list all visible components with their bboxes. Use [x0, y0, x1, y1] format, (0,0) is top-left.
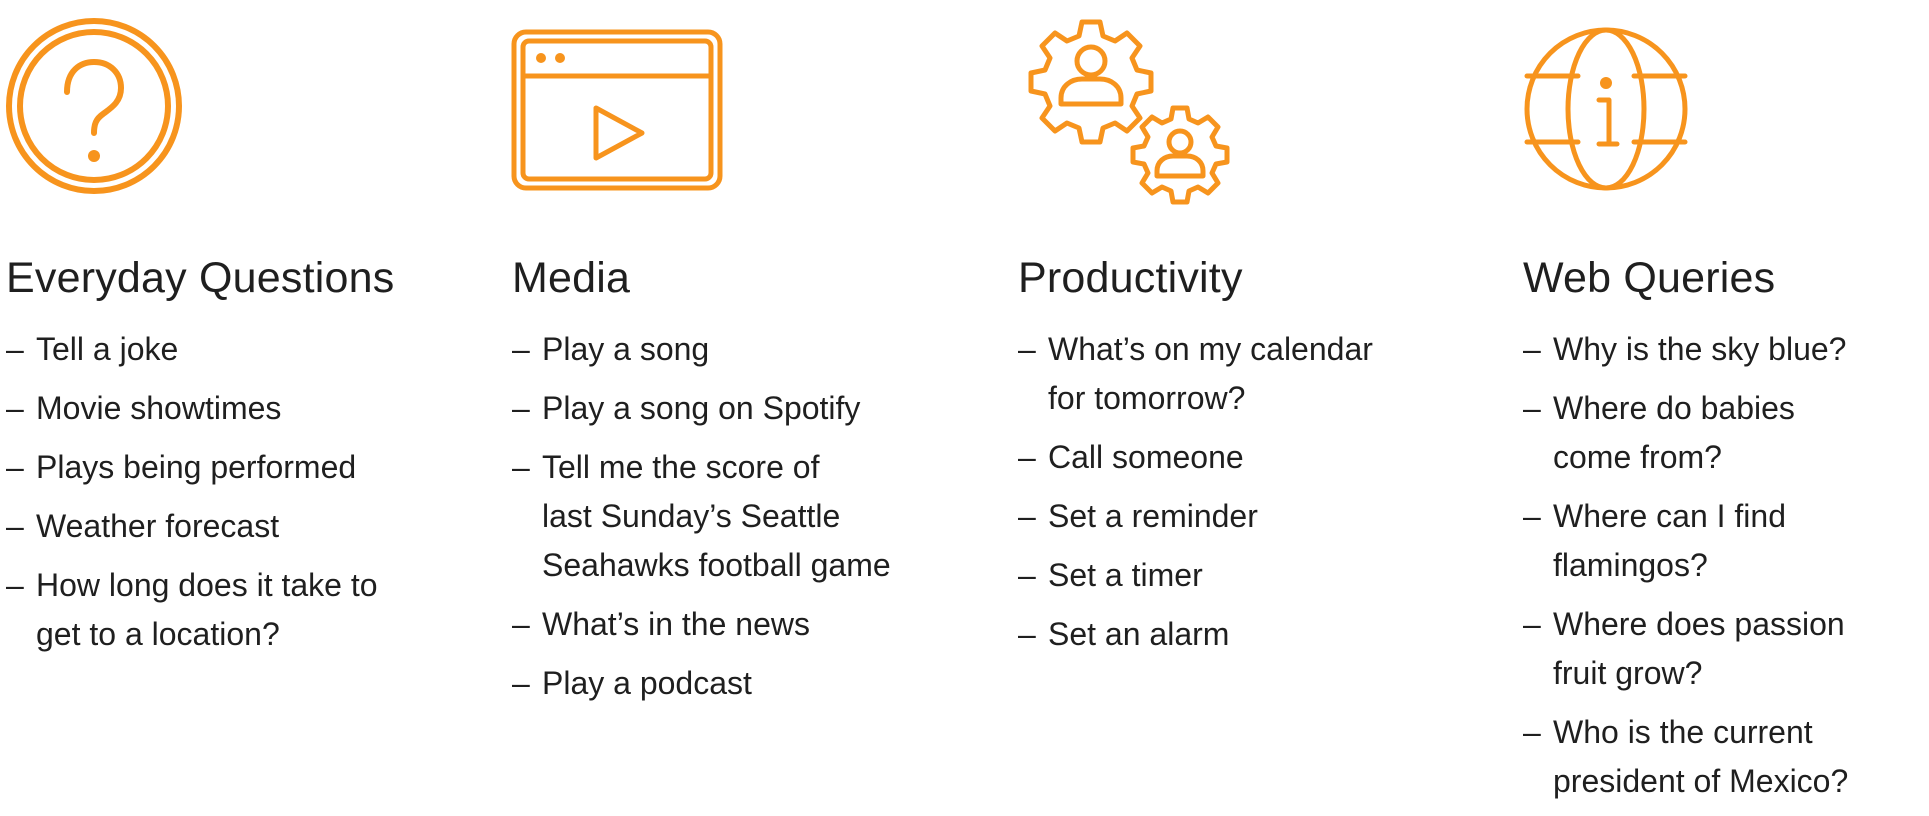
query-item: – Tell me the score of last Sunday’s Seat… [512, 443, 891, 590]
query-item: – What’s on my calendar for tomorrow? [1018, 325, 1373, 423]
query-item: – Why is the sky blue? [1523, 325, 1848, 374]
query-text: Set a timer [1048, 557, 1203, 593]
query-text: What’s in the news [542, 606, 810, 642]
query-item: – Where can I find flamingos? [1523, 492, 1848, 590]
category-heading: Web Queries [1523, 254, 1776, 302]
query-item: – Tell a joke [6, 325, 378, 374]
dash-bullet: – [1523, 331, 1541, 367]
query-item: – What’s in the news [512, 600, 891, 649]
query-text: Play a podcast [542, 665, 752, 701]
dash-bullet: – [512, 665, 530, 701]
dash-bullet: – [6, 449, 24, 485]
query-text: Tell a joke [36, 331, 179, 367]
query-item: – Movie showtimes [6, 384, 378, 433]
dash-bullet: – [1018, 331, 1036, 367]
query-text: What’s on my calendar for tomorrow? [1048, 331, 1373, 416]
query-text: Where does passion fruit grow? [1553, 606, 1845, 691]
dash-bullet: – [1523, 714, 1541, 750]
category-heading: Media [512, 254, 631, 302]
dash-bullet: – [1018, 616, 1036, 652]
query-text: Set an alarm [1048, 616, 1230, 652]
dash-bullet: – [6, 390, 24, 426]
dash-bullet: – [1523, 498, 1541, 534]
query-text: Play a song [542, 331, 710, 367]
query-text: Play a song on Spotify [542, 390, 861, 426]
category-heading: Everyday Questions [6, 254, 395, 302]
query-item: – Set a timer [1018, 551, 1373, 600]
dash-bullet: – [512, 390, 530, 426]
dash-bullet: – [6, 567, 24, 603]
query-item: – Play a podcast [512, 659, 891, 708]
video-player-icon [511, 29, 723, 191]
query-text: Set a reminder [1048, 498, 1258, 534]
query-text: Where do babies come from? [1553, 390, 1795, 475]
query-item: – Where does passion fruit grow? [1523, 600, 1848, 698]
query-item: – Plays being performed [6, 443, 378, 492]
query-text: Call someone [1048, 439, 1244, 475]
query-text: Movie showtimes [36, 390, 282, 426]
dash-bullet: – [1523, 390, 1541, 426]
query-item: – Call someone [1018, 433, 1373, 482]
dash-bullet: – [1018, 498, 1036, 534]
query-item: – Set a reminder [1018, 492, 1373, 541]
dash-bullet: – [1523, 606, 1541, 642]
dash-bullet: – [512, 606, 530, 642]
query-item: – Who is the current president of Mexico? [1523, 708, 1848, 806]
query-text: Plays being performed [36, 449, 357, 485]
dash-bullet: – [512, 449, 530, 485]
query-item: – Weather forecast [6, 502, 378, 551]
query-list: – Play a song – Play a song on Spotify – Tell… [512, 325, 891, 718]
dash-bullet: – [1018, 557, 1036, 593]
question-circle-icon [4, 16, 184, 196]
query-text: Why is the sky blue? [1553, 331, 1847, 367]
query-item: – How long does it take to get to a locat… [6, 561, 378, 659]
query-list: – Why is the sky blue? – Where do babies co… [1523, 325, 1848, 816]
dash-bullet: – [1018, 439, 1036, 475]
query-item: – Set an alarm [1018, 610, 1373, 659]
gear-people-icon [1020, 4, 1230, 214]
query-item: – Play a song on Spotify [512, 384, 891, 433]
query-text: Weather forecast [36, 508, 280, 544]
query-text: How long does it take to get to a locati… [36, 567, 378, 652]
query-item: – Where do babies come from? [1523, 384, 1848, 482]
dash-bullet: – [512, 331, 530, 367]
voice-query-categories: { "accent_color": "#F7941D", "dash": "–"… [0, 0, 1929, 799]
query-text: Who is the current president of Mexico? [1553, 714, 1849, 799]
category-heading: Productivity [1018, 254, 1243, 302]
query-list: – Tell a joke – Movie showtimes – Plays being… [6, 325, 378, 669]
query-item: – Play a song [512, 325, 891, 374]
dash-bullet: – [6, 508, 24, 544]
query-text: Tell me the score of last Sunday’s Seatt… [542, 449, 891, 583]
globe-info-icon [1523, 26, 1689, 192]
query-list: – What’s on my calendar for tomorrow? – Cal… [1018, 325, 1373, 669]
dash-bullet: – [6, 331, 24, 367]
query-text: Where can I find flamingos? [1553, 498, 1786, 583]
